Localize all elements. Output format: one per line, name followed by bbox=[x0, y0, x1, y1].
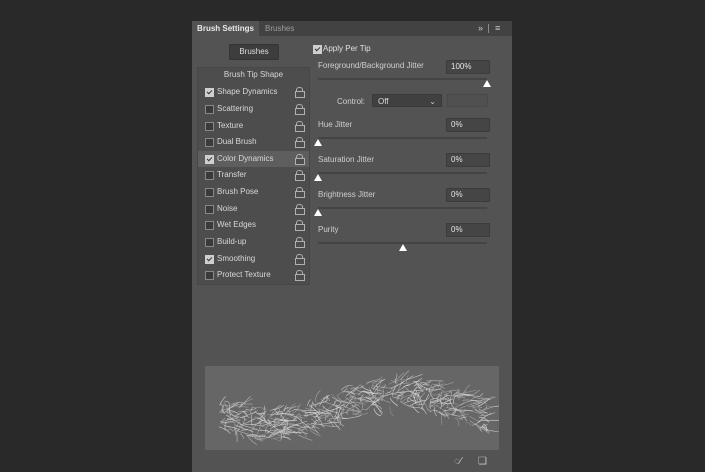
saturation-jitter-label: Saturation Jitter bbox=[318, 155, 375, 164]
brush-stroke-preview bbox=[205, 366, 506, 450]
hamburger-menu-icon[interactable]: ≡ bbox=[495, 21, 500, 36]
lock-icon[interactable] bbox=[295, 187, 305, 198]
sidebar-item-build-up[interactable]: Build-up bbox=[198, 234, 309, 250]
sidebar-item-label: Protect Texture bbox=[217, 270, 271, 279]
purity-label: Purity bbox=[318, 225, 339, 234]
sidebar-item-protect-texture[interactable]: Protect Texture bbox=[198, 267, 309, 283]
saturation-jitter-slider-track[interactable] bbox=[318, 172, 487, 174]
checkbox-protect-texture[interactable] bbox=[205, 271, 214, 280]
sidebar-item-label: Shape Dynamics bbox=[217, 87, 278, 96]
sidebar-item-label: Build-up bbox=[217, 237, 247, 246]
sidebar-item-brush-pose[interactable]: Brush Pose bbox=[198, 184, 309, 200]
tab-brushes[interactable]: Brushes bbox=[265, 21, 294, 36]
create-new-brush-icon[interactable]: ❏ bbox=[478, 456, 487, 467]
chevron-down-icon: ⌄ bbox=[429, 97, 436, 106]
lock-icon[interactable] bbox=[295, 154, 305, 165]
checkbox-build-up[interactable] bbox=[205, 238, 214, 247]
fg-bg-jitter-input[interactable]: 100% bbox=[446, 60, 490, 74]
apply-per-tip-label: Apply Per Tip bbox=[323, 44, 371, 53]
sidebar-item-label: Brush Pose bbox=[217, 187, 259, 196]
fg-bg-jitter-label: Foreground/Background Jitter bbox=[318, 61, 424, 70]
sidebar-item-noise[interactable]: Noise bbox=[198, 201, 309, 217]
purity-slider-thumb[interactable] bbox=[398, 244, 407, 251]
sidebar-item-label: Color Dynamics bbox=[217, 154, 274, 163]
sidebar-item-color-dynamics[interactable]: Color Dynamics bbox=[198, 151, 309, 167]
lock-icon[interactable] bbox=[295, 204, 305, 215]
saturation-jitter-slider-thumb[interactable] bbox=[314, 174, 322, 181]
lock-icon[interactable] bbox=[295, 104, 305, 115]
hue-jitter-label: Hue Jitter bbox=[318, 120, 353, 129]
fg-bg-jitter-slider-thumb[interactable] bbox=[483, 80, 491, 87]
lock-icon[interactable] bbox=[295, 170, 305, 181]
checkbox-brush-pose[interactable] bbox=[205, 188, 214, 197]
checkbox-smoothing[interactable] bbox=[205, 255, 214, 264]
checkbox-wet-edges[interactable] bbox=[205, 221, 214, 230]
double-chevron-right-icon[interactable]: » bbox=[478, 21, 483, 36]
sidebar-item-smoothing[interactable]: Smoothing bbox=[198, 251, 309, 267]
checkbox-transfer[interactable] bbox=[205, 171, 214, 180]
lock-icon[interactable] bbox=[295, 254, 305, 265]
lock-icon[interactable] bbox=[295, 237, 305, 248]
brush-tip-shape-item[interactable]: Brush Tip Shape bbox=[198, 70, 309, 79]
tab-brush-settings[interactable]: Brush Settings bbox=[192, 21, 259, 36]
control-select[interactable]: Off ⌄ bbox=[372, 94, 442, 107]
control-select-value: Off bbox=[378, 97, 389, 106]
brush-stroke-graphic bbox=[218, 370, 506, 445]
lock-icon[interactable] bbox=[295, 121, 305, 132]
sidebar-item-shape-dynamics[interactable]: Shape Dynamics bbox=[198, 84, 309, 100]
control-disabled-field bbox=[447, 94, 488, 107]
sidebar-item-label: Texture bbox=[217, 121, 244, 130]
panel-tab-bar: Brush Settings Brushes » ≡ bbox=[192, 21, 512, 36]
sidebar-item-label: Dual Brush bbox=[217, 137, 257, 146]
lock-icon[interactable] bbox=[295, 87, 305, 98]
brightness-jitter-slider-thumb[interactable] bbox=[314, 209, 322, 216]
brush-option-list: Brush Tip Shape Shape Dynamics Scatterin… bbox=[197, 67, 310, 285]
brush-settings-panel: Brush Settings Brushes » ≡ Brushes Brush… bbox=[192, 21, 512, 472]
panel-bottom-bar: ◌⁄ ❏ bbox=[192, 452, 512, 472]
sidebar-item-dual-brush[interactable]: Dual Brush bbox=[198, 134, 309, 150]
brightness-jitter-slider-track[interactable] bbox=[318, 207, 487, 209]
lock-icon[interactable] bbox=[295, 270, 305, 281]
checkbox-shape-dynamics[interactable] bbox=[205, 88, 214, 97]
hue-jitter-slider-thumb[interactable] bbox=[314, 139, 322, 146]
sidebar-item-scattering[interactable]: Scattering bbox=[198, 101, 309, 117]
hue-jitter-slider-track[interactable] bbox=[318, 137, 487, 139]
control-label: Control: bbox=[337, 97, 366, 106]
sidebar-item-label: Noise bbox=[217, 204, 238, 213]
sidebar-item-label: Wet Edges bbox=[217, 220, 256, 229]
hue-jitter-input[interactable]: 0% bbox=[446, 118, 490, 132]
saturation-jitter-input[interactable]: 0% bbox=[446, 153, 490, 167]
sidebar-item-label: Scattering bbox=[217, 104, 254, 113]
checkbox-texture[interactable] bbox=[205, 122, 214, 131]
checkbox-dual-brush[interactable] bbox=[205, 138, 214, 147]
sidebar-item-label: Transfer bbox=[217, 170, 247, 179]
tab-bar-divider bbox=[488, 24, 489, 33]
sidebar-item-wet-edges[interactable]: Wet Edges bbox=[198, 217, 309, 233]
toggle-live-tip-preview-icon[interactable]: ◌⁄ bbox=[454, 456, 462, 467]
sidebar-item-texture[interactable]: Texture bbox=[198, 118, 309, 134]
brushes-button[interactable]: Brushes bbox=[229, 44, 279, 60]
fg-bg-jitter-slider-track[interactable] bbox=[318, 78, 487, 80]
lock-icon[interactable] bbox=[295, 137, 305, 148]
checkbox-scattering[interactable] bbox=[205, 105, 214, 114]
checkbox-noise[interactable] bbox=[205, 205, 214, 214]
purity-input[interactable]: 0% bbox=[446, 223, 490, 237]
sidebar-item-label: Smoothing bbox=[217, 254, 256, 263]
apply-per-tip-checkbox[interactable] bbox=[313, 45, 322, 54]
brightness-jitter-label: Brightness Jitter bbox=[318, 190, 376, 199]
sidebar-item-transfer[interactable]: Transfer bbox=[198, 167, 309, 183]
brightness-jitter-input[interactable]: 0% bbox=[446, 188, 490, 202]
lock-icon[interactable] bbox=[295, 220, 305, 231]
checkbox-color-dynamics[interactable] bbox=[205, 155, 214, 164]
